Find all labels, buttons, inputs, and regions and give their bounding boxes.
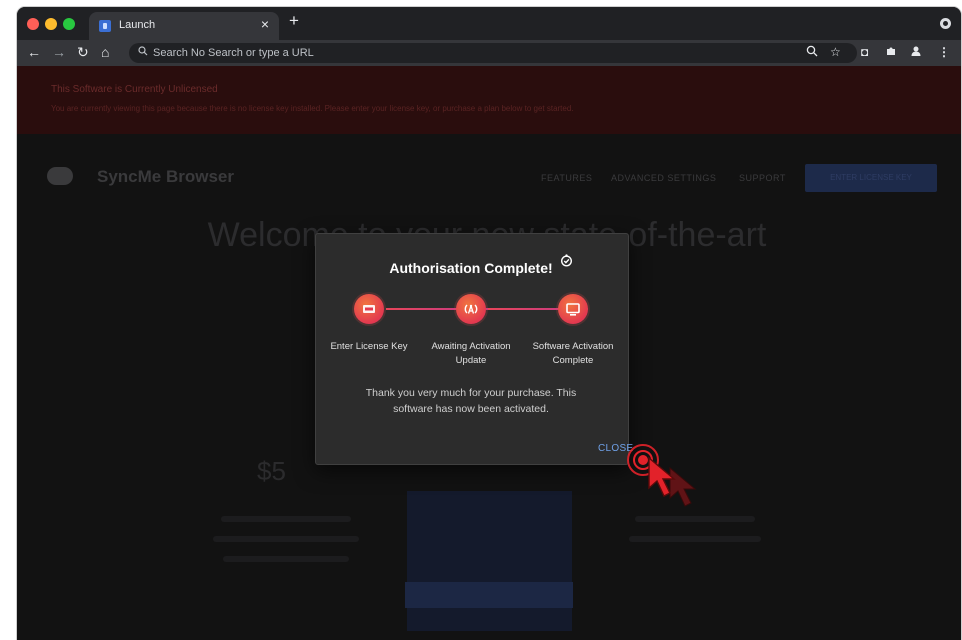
more-menu-icon[interactable]: ⋮ — [938, 45, 950, 59]
close-window-button[interactable] — [27, 18, 39, 30]
tab-strip: Launch × + — [17, 7, 961, 40]
plan-text-line — [635, 516, 755, 522]
extension-icon[interactable]: ◘ — [861, 45, 868, 59]
enter-license-key-button[interactable]: ENTER LICENSE KEY — [805, 164, 937, 192]
brand-name: SyncMe Browser — [97, 167, 234, 186]
plan-text-line — [221, 516, 351, 522]
brand-logo-icon — [47, 167, 73, 185]
unlicensed-banner: This Software is Currently Unlicensed Yo… — [17, 66, 961, 134]
extensions-puzzle-icon[interactable] — [885, 45, 897, 57]
address-bar[interactable]: Search No Search or type a URL — [129, 43, 857, 63]
antenna-icon — [464, 304, 478, 314]
address-input[interactable]: Search No Search or type a URL — [153, 47, 314, 59]
modal-message: Thank you very much for your purchase. T… — [365, 387, 577, 415]
close-tab-icon[interactable]: × — [261, 17, 269, 31]
plan-price: $5 — [257, 456, 286, 486]
back-icon[interactable]: ← — [27, 44, 41, 60]
verified-badge-icon — [560, 254, 573, 267]
step-2-label: Awaiting Activation Update — [431, 341, 511, 366]
forward-icon[interactable]: → — [52, 44, 66, 60]
plan-text-line — [223, 556, 349, 562]
browser-menu-icon[interactable] — [940, 18, 951, 29]
plan-card — [407, 491, 572, 631]
zoom-icon[interactable] — [806, 45, 818, 57]
nav-support[interactable]: SUPPORT — [739, 173, 786, 183]
tab-launch[interactable]: Launch × — [89, 12, 279, 40]
enter-license-key-label: ENTER LICENSE KEY — [830, 173, 912, 182]
nav-advanced-settings[interactable]: ADVANCED SETTINGS — [611, 173, 716, 183]
toolbar: ← → ↻ ⌂ Search No Search or type a URL ☆… — [17, 40, 961, 66]
activation-modal: Authorisation Complete! Enter License Ke… — [315, 233, 633, 465]
tab-favicon-icon — [99, 20, 111, 32]
profile-icon[interactable] — [910, 45, 922, 57]
reload-icon[interactable]: ↻ — [77, 44, 89, 60]
plan-text-line — [629, 536, 761, 542]
step-1-label: Enter License Key — [330, 341, 408, 352]
monitor-icon — [566, 303, 580, 316]
plan-text-line — [213, 536, 359, 542]
cursor-arrow-icon — [648, 456, 676, 497]
minimize-window-button[interactable] — [45, 18, 57, 30]
step-3-circle — [558, 294, 588, 324]
home-icon[interactable]: ⌂ — [101, 44, 109, 60]
step-3-label: Software Activation Complete — [532, 341, 614, 366]
nav-features[interactable]: FEATURES — [541, 173, 592, 183]
tab-title: Launch — [119, 19, 156, 31]
banner-title: This Software is Currently Unlicensed — [51, 84, 218, 95]
modal-title: Authorisation Complete! — [389, 260, 553, 276]
banner-text: You are currently viewing this page beca… — [51, 104, 574, 113]
maximize-window-button[interactable] — [63, 18, 75, 30]
step-2-circle — [456, 294, 486, 324]
bookmark-star-icon[interactable]: ☆ — [830, 45, 841, 59]
keyboard-icon — [363, 305, 375, 313]
plan-button[interactable] — [405, 582, 573, 608]
new-tab-button[interactable]: + — [289, 12, 299, 30]
search-icon — [138, 46, 148, 56]
step-1-circle — [354, 294, 384, 324]
